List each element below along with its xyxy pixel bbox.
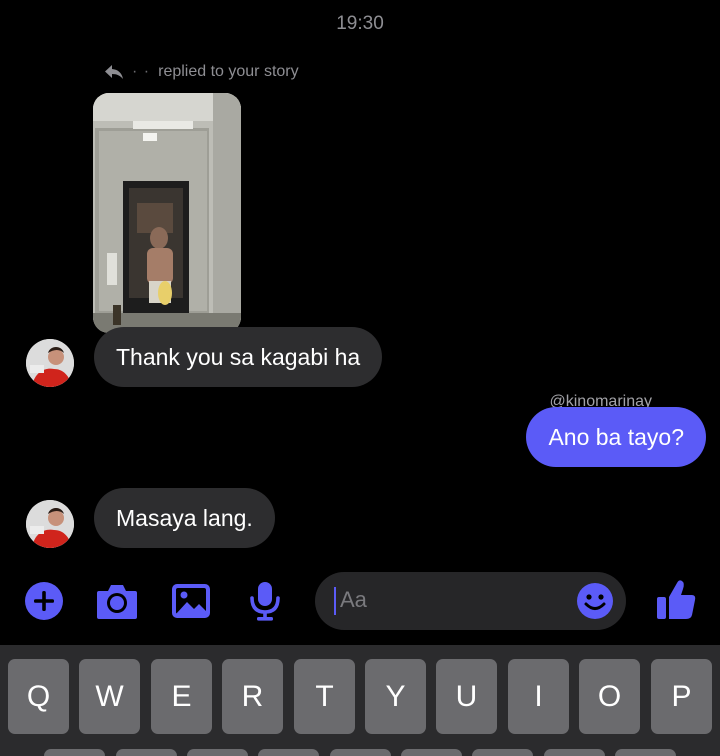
key-o[interactable]: O (579, 659, 640, 734)
message-input-placeholder: Aa (340, 587, 367, 612)
key-i[interactable]: I (508, 659, 569, 734)
contact-avatar[interactable] (26, 339, 74, 387)
microphone-icon (250, 582, 280, 621)
key-row-2[interactable] (472, 749, 533, 756)
outgoing-message[interactable]: Ano ba tayo? (526, 407, 706, 467)
key-row-2[interactable] (187, 749, 248, 756)
reply-sender-name: · · (132, 63, 151, 80)
key-r[interactable]: R (222, 659, 283, 734)
incoming-message[interactable]: Thank you sa kagabi ha (94, 327, 383, 387)
story-preview-image[interactable] (93, 93, 241, 333)
reply-arrow-icon (105, 65, 123, 79)
gallery-button[interactable] (171, 582, 211, 620)
on-screen-keyboard: Q W E R T Y U I O P (0, 645, 720, 756)
key-p[interactable]: P (651, 659, 712, 734)
plus-button[interactable] (24, 581, 64, 621)
plus-icon (25, 582, 63, 620)
key-row-2[interactable] (330, 749, 391, 756)
key-row-2[interactable] (615, 749, 676, 756)
message-input[interactable]: Aa (315, 572, 626, 630)
contact-avatar[interactable] (26, 500, 74, 548)
key-row-2[interactable] (116, 749, 177, 756)
incoming-message[interactable]: Masaya lang. (94, 488, 275, 548)
key-e[interactable]: E (151, 659, 212, 734)
emoji-button[interactable] (576, 582, 614, 620)
key-w[interactable]: W (79, 659, 140, 734)
camera-icon (97, 585, 137, 619)
image-icon (172, 584, 210, 618)
key-q[interactable]: Q (8, 659, 69, 734)
key-t[interactable]: T (294, 659, 355, 734)
key-u[interactable]: U (436, 659, 497, 734)
reply-note-text: replied to your story (158, 63, 299, 80)
key-row-2[interactable] (401, 749, 462, 756)
emoji-icon (577, 583, 613, 619)
like-button[interactable] (655, 578, 697, 622)
camera-button[interactable] (95, 581, 139, 621)
key-row-2[interactable] (544, 749, 605, 756)
key-y[interactable]: Y (365, 659, 426, 734)
thumbs-up-icon (657, 580, 696, 619)
microphone-button[interactable] (248, 580, 282, 622)
message-timestamp: 19:30 (336, 13, 384, 34)
story-reply-note: · · replied to your story (104, 63, 299, 81)
key-row-2[interactable] (258, 749, 319, 756)
text-cursor (334, 587, 336, 615)
key-row-2[interactable] (44, 749, 105, 756)
